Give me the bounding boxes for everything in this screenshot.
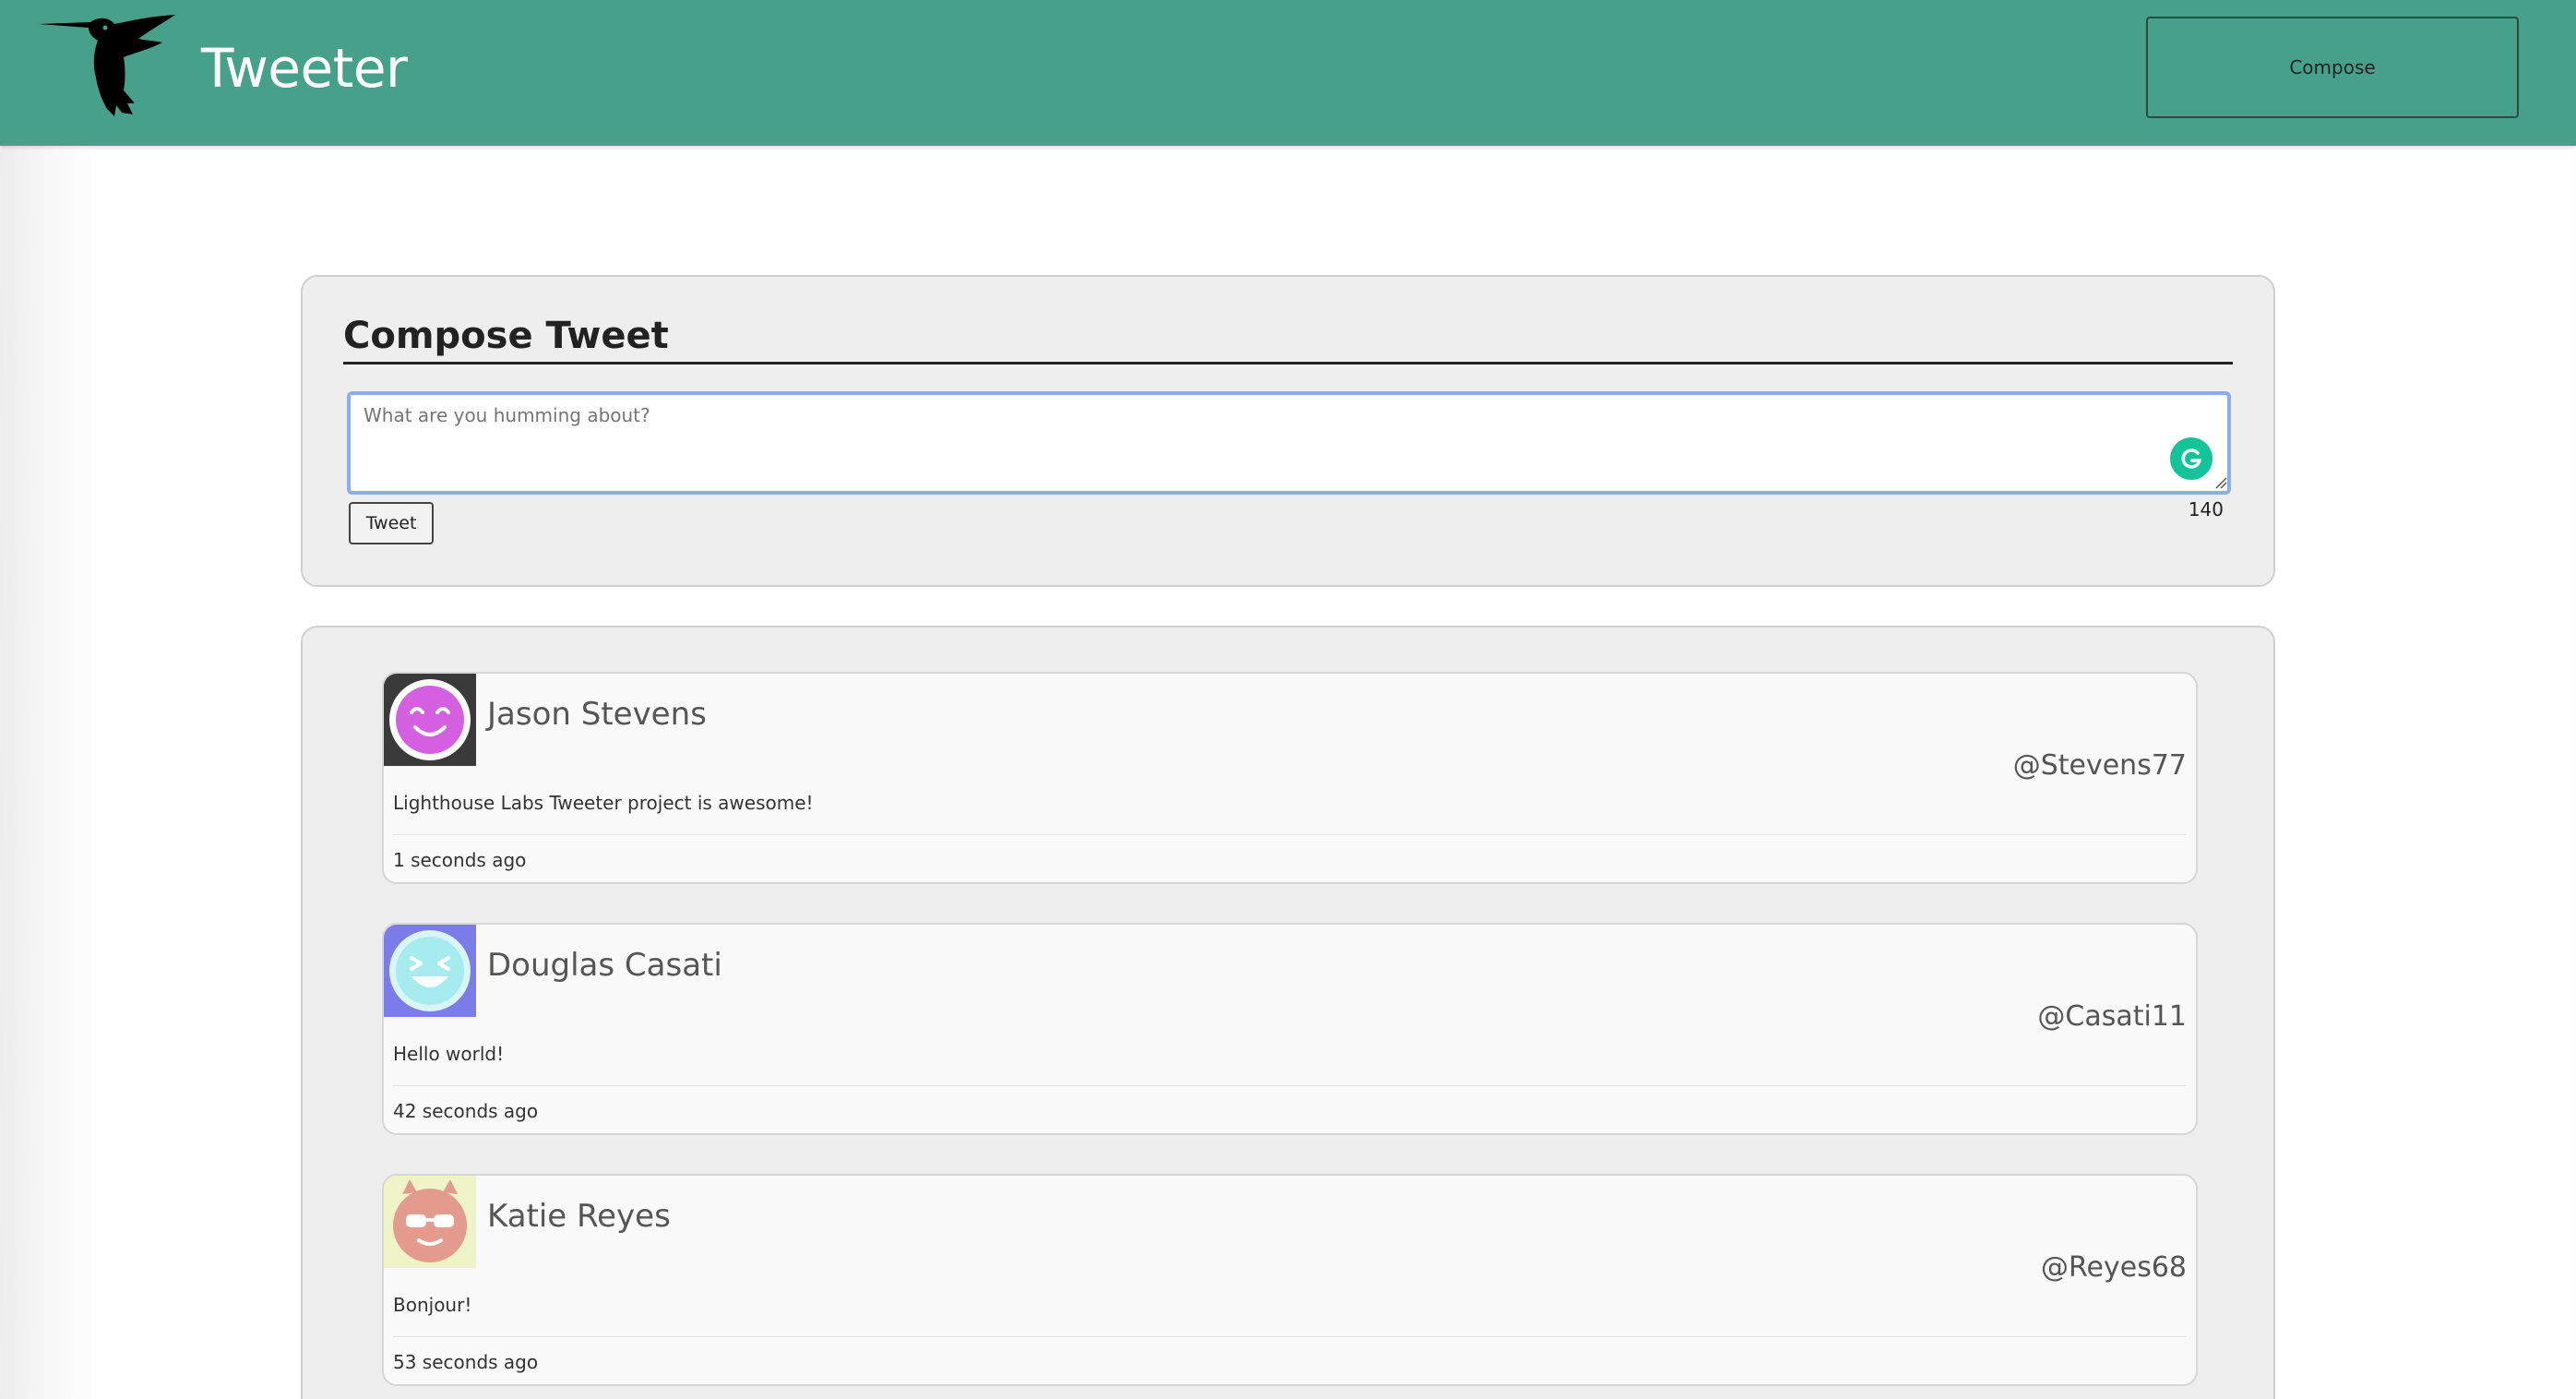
grammarly-icon[interactable] xyxy=(2170,437,2212,480)
tweet-author-name: Jason Stevens xyxy=(487,696,707,733)
tweet-timestamp: 1 seconds ago xyxy=(393,849,527,871)
tweet-card: Jason Stevens @Stevens77 Lighthouse Labs… xyxy=(382,672,2198,884)
character-counter: 140 xyxy=(2188,498,2224,520)
tweet-timestamp: 42 seconds ago xyxy=(393,1100,539,1122)
tweet-author-handle: @Casati11 xyxy=(2037,1000,2187,1033)
navbar: Tweeter Compose xyxy=(0,0,2576,146)
tweet-divider xyxy=(393,1085,2187,1086)
tweet-divider xyxy=(393,1336,2187,1337)
tweet-timestamp: 53 seconds ago xyxy=(393,1351,539,1373)
tweet-author-name: Katie Reyes xyxy=(487,1198,671,1235)
tweet-author-handle: @Reyes68 xyxy=(2041,1251,2187,1284)
tweet-text-input[interactable] xyxy=(347,391,2231,495)
tweet-content: Bonjour! xyxy=(393,1294,472,1316)
tweet-card: Douglas Casati @Casati11 Hello world! 42… xyxy=(382,923,2198,1135)
tweet-card: Katie Reyes @Reyes68 Bonjour! 53 seconds… xyxy=(382,1174,2198,1386)
tweet-divider xyxy=(393,834,2187,835)
smiling-face-avatar-icon xyxy=(384,674,476,766)
tweet-author-name: Douglas Casati xyxy=(487,947,722,984)
compose-button[interactable]: Compose xyxy=(2146,17,2519,118)
brand-title: Tweeter xyxy=(201,37,408,100)
laughing-face-avatar-icon xyxy=(384,925,476,1017)
tweet-content: Hello world! xyxy=(393,1043,505,1065)
compose-title: Compose Tweet xyxy=(343,310,2233,365)
hummingbird-icon xyxy=(39,15,175,116)
tweets-container: Jason Stevens @Stevens77 Lighthouse Labs… xyxy=(301,626,2275,1399)
sunglasses-devil-face-avatar-icon xyxy=(384,1176,476,1268)
tweet-submit-button[interactable]: Tweet xyxy=(349,502,434,544)
compose-tweet-section: Compose Tweet Tweet 140 xyxy=(301,275,2275,587)
resize-handle-icon[interactable] xyxy=(2214,476,2227,489)
tweet-content: Lighthouse Labs Tweeter project is aweso… xyxy=(393,792,814,814)
tweet-author-handle: @Stevens77 xyxy=(2012,749,2187,782)
